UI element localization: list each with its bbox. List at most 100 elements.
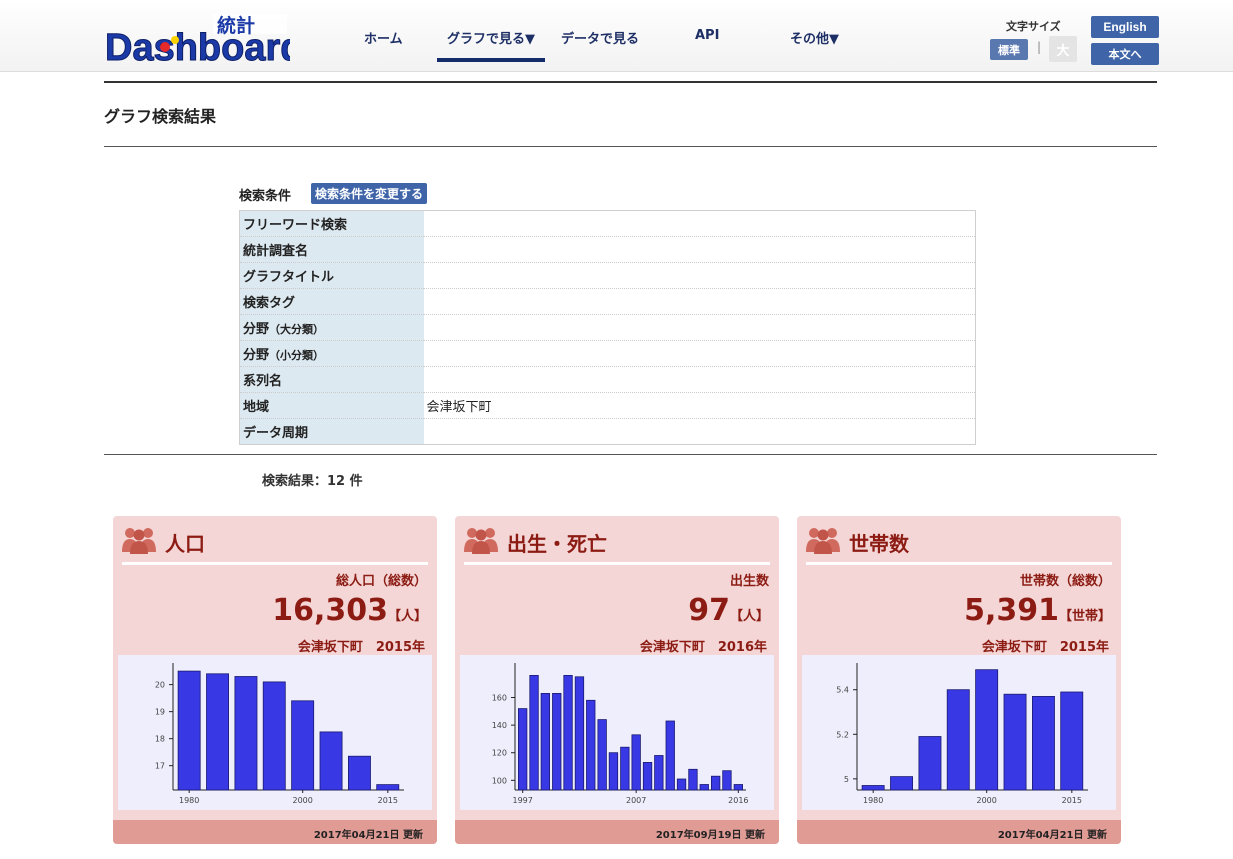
results-rule	[104, 454, 1157, 455]
condition-row: 系列名	[239, 366, 976, 393]
chart-bar[interactable]	[177, 670, 201, 791]
bar-chart: 17 18 19 20 1980 2000 2015	[155, 663, 404, 805]
dashboard-logo[interactable]: Dashboard 統計	[105, 14, 304, 70]
chart-bar[interactable]	[206, 673, 230, 791]
condition-value	[423, 314, 976, 341]
y-tick-label: 20	[155, 681, 165, 690]
nav-other[interactable]: その他▼	[790, 28, 839, 47]
chart-bar[interactable]	[540, 693, 550, 791]
condition-row: フリーワード検索	[239, 210, 976, 237]
chart-bar[interactable]	[733, 784, 744, 791]
condition-key: 分野（小分類）	[239, 340, 424, 367]
card-updated: 2017年09月19日 更新	[655, 830, 765, 841]
chart-bar[interactable]	[574, 676, 585, 791]
skip-to-content-button[interactable]: 本文へ	[1091, 43, 1159, 65]
condition-key: フリーワード検索	[239, 210, 424, 237]
condition-value	[423, 288, 976, 315]
nav-data[interactable]: データで見る	[561, 28, 639, 47]
chart-bar[interactable]	[597, 719, 607, 791]
condition-key: 検索タグ	[239, 288, 424, 315]
chart-bar[interactable]	[918, 736, 942, 791]
people-icon	[464, 528, 498, 554]
chart-bar[interactable]	[946, 689, 970, 791]
condition-key: グラフタイトル	[239, 262, 424, 289]
card-metric: 世帯数（総数）	[1019, 574, 1111, 589]
condition-key-text: データ周期	[243, 426, 309, 441]
chart-bar[interactable]	[722, 770, 732, 791]
card-footer: 2017年09月19日 更新	[455, 820, 779, 844]
english-button[interactable]: English	[1091, 16, 1159, 38]
condition-row: 検索タグ	[239, 288, 976, 315]
chart-bar[interactable]	[563, 674, 573, 791]
chart-bar[interactable]	[608, 752, 619, 791]
y-tick-label: 140	[492, 721, 507, 730]
chart-bar[interactable]	[1003, 693, 1027, 791]
chart-bar[interactable]	[654, 755, 664, 791]
chart-bar[interactable]	[262, 681, 286, 791]
graph-card[interactable]: 世帯数世帯数（総数） 5,391【世帯】会津坂下町 2015年 5 5.2 5.4 198…	[797, 516, 1121, 844]
chart-bar[interactable]	[642, 762, 653, 791]
x-tick-label: 1997	[512, 796, 532, 805]
chart-bar[interactable]	[665, 720, 675, 791]
chart-bar[interactable]	[586, 699, 596, 791]
nav-active-indicator	[437, 58, 545, 62]
people-icon	[122, 528, 156, 554]
chart-bar[interactable]	[376, 784, 400, 791]
chart-bar[interactable]	[688, 768, 698, 791]
chart-bar[interactable]	[699, 784, 709, 791]
chart-bar[interactable]	[975, 669, 999, 791]
chart-bar[interactable]	[347, 755, 371, 791]
chart-bar[interactable]	[1060, 691, 1084, 791]
chart-bar[interactable]	[890, 776, 914, 791]
condition-key-sub: （小分類）	[269, 349, 325, 362]
card-title[interactable]: 出生・死亡	[507, 528, 607, 557]
card-updated: 2017年04月21日 更新	[313, 830, 423, 841]
font-size-standard-button[interactable]: 標準	[990, 39, 1028, 60]
chart-bar[interactable]	[234, 676, 258, 791]
condition-key-text: 検索タグ	[243, 296, 296, 311]
card-value-row: 97【人】	[688, 593, 769, 628]
x-tick-label: 2016	[728, 796, 748, 805]
graph-card[interactable]: 出生・死亡 出生数 97【人】 会津坂下町 2016年 100 120 140 160 1997…	[455, 516, 779, 844]
card-divider	[122, 562, 428, 565]
condition-row: グラフタイトル	[239, 262, 976, 289]
chart-bar[interactable]	[861, 785, 885, 791]
card-icon-wrap	[463, 524, 499, 558]
nav-home[interactable]: ホーム	[364, 28, 403, 47]
x-tick-label: 2000	[293, 796, 313, 805]
graph-card[interactable]: 人口 総人口（総数） 16,303【人】 会津坂下町 2015年 17 18 19 20 198…	[113, 516, 437, 844]
card-value: 97	[688, 593, 730, 628]
card-region-year: 会津坂下町 2015年	[981, 640, 1109, 655]
card-chart[interactable]: 100 120 140 160 1997 2007 2016	[460, 655, 774, 810]
change-conditions-button[interactable]: 検索条件を変更する	[311, 183, 428, 204]
font-size-large-button[interactable]: 大	[1049, 36, 1077, 62]
card-chart[interactable]: 17 18 19 20 1980 2000 2015	[118, 655, 432, 810]
card-title[interactable]: 人口	[165, 528, 205, 557]
x-tick-label: 2000	[977, 796, 997, 805]
card-title[interactable]: 世帯数	[849, 528, 909, 557]
chart-bar[interactable]	[518, 708, 528, 791]
logo-dot-yellow	[171, 36, 179, 44]
x-tick-label: 1980	[179, 796, 199, 805]
nav-api[interactable]: API	[695, 28, 719, 43]
chart-bar[interactable]	[552, 693, 562, 791]
bar-chart: 5 5.2 5.4 1980 2000 2015	[836, 663, 1088, 805]
y-tick-label: 5.4	[836, 686, 849, 695]
chart-bar[interactable]	[620, 746, 630, 791]
chart-bar[interactable]	[319, 731, 343, 791]
card-value: 5,391	[964, 593, 1059, 628]
card-footer: 2017年04月21日 更新	[113, 820, 437, 844]
chart-bar[interactable]	[631, 734, 641, 791]
card-value-row: 5,391【世帯】	[964, 593, 1111, 628]
card-chart[interactable]: 5 5.2 5.4 1980 2000 2015	[802, 655, 1116, 810]
chart-bar[interactable]	[710, 775, 721, 791]
chart-bar[interactable]	[676, 778, 687, 791]
chart-bar[interactable]	[529, 674, 539, 791]
title-bottom-rule	[104, 146, 1157, 147]
condition-key: データ周期	[239, 418, 424, 445]
nav-graphs[interactable]: グラフで見る▼	[447, 28, 535, 47]
chart-bar[interactable]	[1031, 696, 1055, 791]
condition-row: データ周期	[239, 418, 976, 445]
chart-bar[interactable]	[291, 700, 315, 791]
condition-key-text: 分野	[243, 348, 270, 363]
